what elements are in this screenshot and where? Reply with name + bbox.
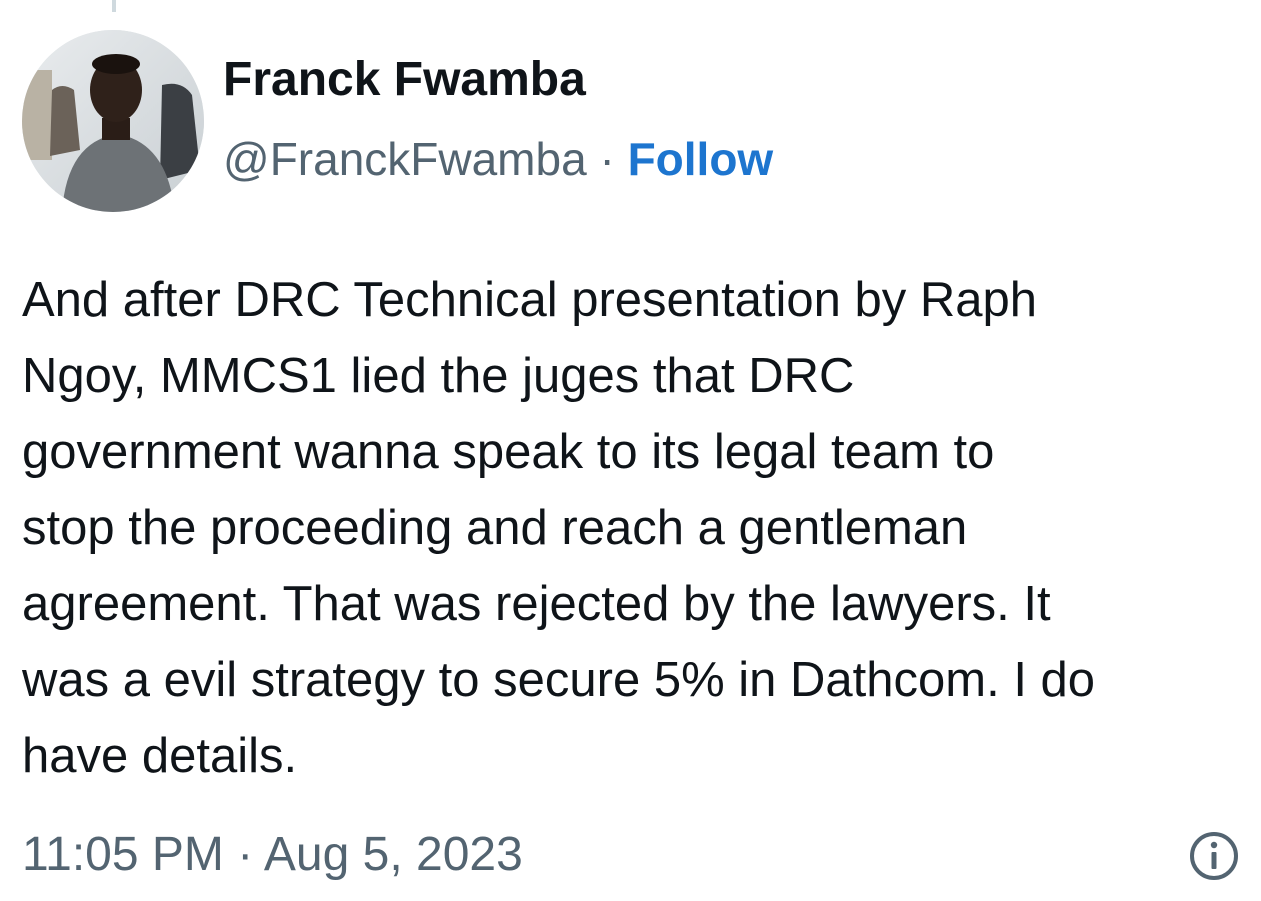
avatar[interactable]	[22, 30, 204, 212]
tweet-header: Franck Fwamba @FranckFwamba · Follow	[22, 30, 1242, 212]
tweet-text: And after DRC Technical presentation by …	[22, 273, 1096, 783]
handle-separator: ·	[599, 133, 615, 185]
avatar-photo	[22, 30, 204, 212]
author-display-name[interactable]: Franck Fwamba	[223, 52, 773, 108]
tweet-meta-row: 11:05 PM · Aug 5, 2023	[22, 826, 1240, 886]
tweet-timestamp[interactable]: 11:05 PM · Aug 5, 2023	[22, 826, 523, 884]
author-handle-row: @FranckFwamba · Follow	[223, 132, 773, 186]
author-handle[interactable]: @FranckFwamba	[223, 133, 587, 185]
info-icon[interactable]	[1188, 830, 1240, 882]
author-names: Franck Fwamba @FranckFwamba · Follow	[223, 52, 773, 186]
thread-connector-line	[112, 0, 116, 12]
follow-button[interactable]: Follow	[628, 133, 774, 185]
